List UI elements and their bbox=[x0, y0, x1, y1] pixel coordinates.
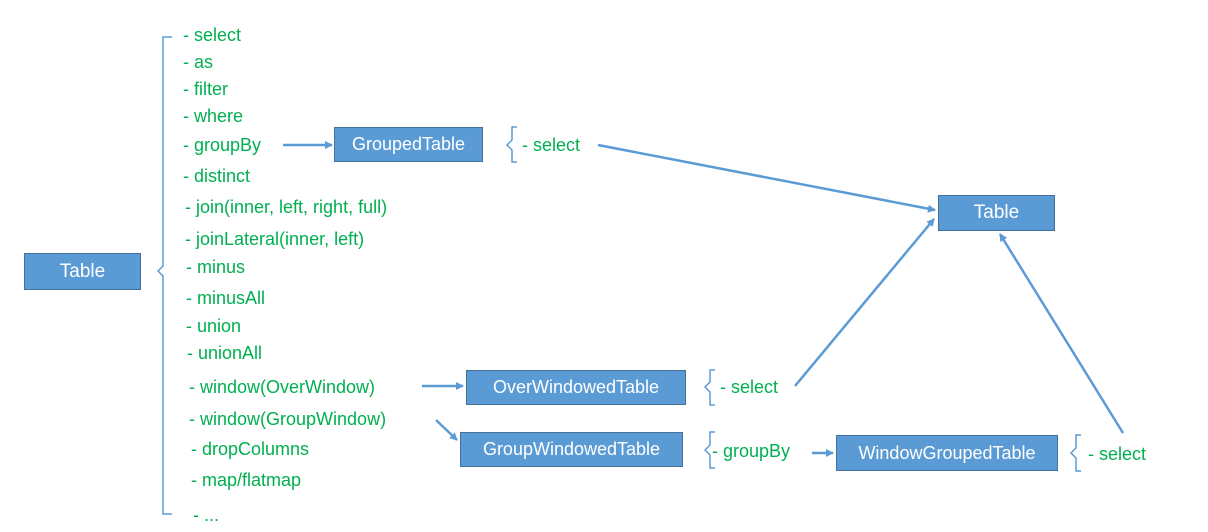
op-item: - groupBy bbox=[183, 135, 262, 155]
over-bracket bbox=[703, 369, 715, 406]
grouped-bracket bbox=[505, 126, 517, 163]
window-grouped-table-node: WindowGroupedTable bbox=[836, 435, 1058, 471]
op-item: - minus bbox=[186, 257, 246, 277]
over-windowed-table-node: OverWindowedTable bbox=[466, 370, 686, 405]
group-windowed-table-node: GroupWindowedTable bbox=[460, 432, 683, 467]
op-item: - unionAll bbox=[187, 343, 263, 363]
wingroup-bracket bbox=[1069, 434, 1081, 472]
op-item: - window(GroupWindow) bbox=[189, 409, 387, 429]
grouped-op-select: - select bbox=[522, 135, 581, 155]
arrow-grouped-select bbox=[597, 143, 936, 213]
over-windowed-op-select: - select bbox=[720, 377, 779, 397]
op-item: - distinct bbox=[183, 166, 251, 186]
main-bracket bbox=[156, 36, 172, 515]
op-item: - joinLateral(inner, left) bbox=[185, 229, 365, 249]
arrow-over-select bbox=[794, 218, 935, 387]
op-item: - dropColumns bbox=[191, 439, 310, 459]
op-item: - minusAll bbox=[186, 288, 266, 308]
op-item: - as bbox=[183, 52, 214, 72]
op-item: - join(inner, left, right, full) bbox=[185, 197, 388, 217]
op-item: - map/flatmap bbox=[191, 470, 302, 490]
table-source-node: Table bbox=[24, 253, 141, 290]
arrow-groupwindow bbox=[435, 419, 458, 441]
op-item: - ... bbox=[193, 505, 219, 525]
arrow-wingroup-select bbox=[998, 233, 1125, 434]
op-item: - window(OverWindow) bbox=[189, 377, 376, 397]
grouped-table-node: GroupedTable bbox=[334, 127, 483, 162]
op-item: - union bbox=[186, 316, 242, 336]
group-windowed-op-groupby: - groupBy bbox=[712, 441, 791, 461]
op-item: - filter bbox=[183, 79, 228, 99]
op-item: - select bbox=[183, 25, 242, 45]
table-result-node: Table bbox=[938, 195, 1055, 231]
window-grouped-op-select: - select bbox=[1088, 444, 1147, 464]
op-item: - where bbox=[183, 106, 244, 126]
